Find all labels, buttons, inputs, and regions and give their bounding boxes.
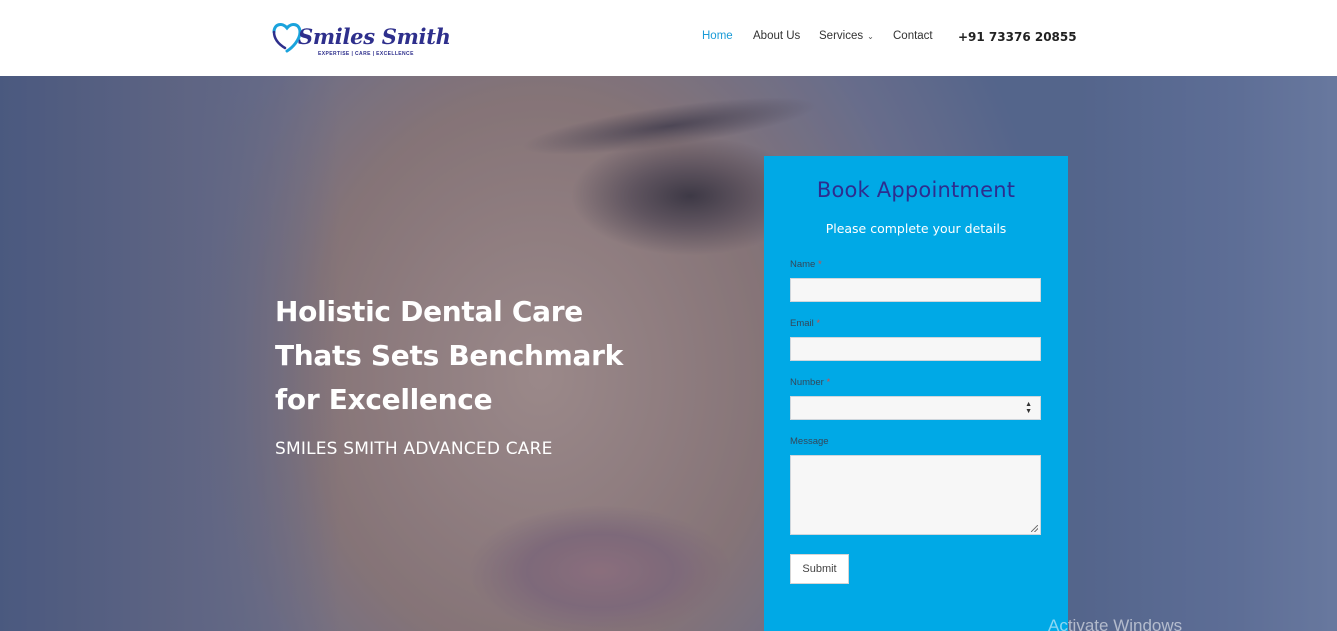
number-label: Number * — [790, 377, 830, 388]
chevron-down-icon: ⌄ — [867, 32, 874, 41]
nav-home[interactable]: Home — [702, 30, 733, 42]
top-navbar: Smiles Smith EXPERTISE | CARE | EXCELLEN… — [0, 0, 1337, 76]
required-mark: * — [816, 318, 821, 329]
email-label: Email * — [790, 318, 820, 329]
phone-number[interactable]: +91 73376 20855 — [958, 30, 1077, 44]
activate-windows-watermark: Activate Windows — [1048, 616, 1183, 631]
nav-about-us[interactable]: About Us — [753, 30, 800, 42]
site-logo[interactable]: Smiles Smith EXPERTISE | CARE | EXCELLEN… — [270, 16, 451, 62]
appointment-form: Book Appointment Please complete your de… — [764, 156, 1068, 631]
hero-subheading: SMILES SMITH ADVANCED CARE — [275, 439, 553, 459]
hero-headline-line-2: Thats Sets Benchmark — [275, 339, 623, 372]
logo-name: Smiles Smith — [298, 24, 451, 49]
name-field[interactable] — [790, 278, 1041, 302]
form-subtitle: Please complete your details — [825, 221, 1007, 236]
hero-headline-line-1: Holistic Dental Care — [275, 295, 583, 328]
spinner-arrows-icon[interactable]: ▲ ▼ — [1025, 401, 1032, 415]
form-title: Book Appointment — [816, 178, 1016, 202]
email-label-text: Email — [790, 318, 814, 329]
required-mark: * — [826, 377, 831, 388]
required-mark: * — [817, 259, 822, 270]
number-field[interactable]: ▲ ▼ — [790, 396, 1041, 420]
logo-tagline: EXPERTISE | CARE | EXCELLENCE — [318, 51, 414, 57]
nav-services-label: Services — [819, 30, 864, 42]
name-label-text: Name — [790, 259, 816, 270]
name-label: Name * — [790, 259, 822, 270]
submit-button[interactable]: Submit — [790, 554, 849, 584]
resize-grip-icon[interactable] — [1031, 525, 1038, 532]
number-label-text: Number — [790, 377, 824, 388]
nav-services[interactable]: Services ⌄ — [819, 30, 874, 42]
hero-headline: Holistic Dental Care Thats Sets Benchmar… — [275, 290, 695, 422]
hero-headline-line-3: for Excellence — [275, 383, 493, 416]
nav-contact[interactable]: Contact — [893, 30, 933, 42]
message-textarea[interactable] — [790, 455, 1041, 535]
message-label: Message — [790, 436, 829, 447]
email-field[interactable] — [790, 337, 1041, 361]
